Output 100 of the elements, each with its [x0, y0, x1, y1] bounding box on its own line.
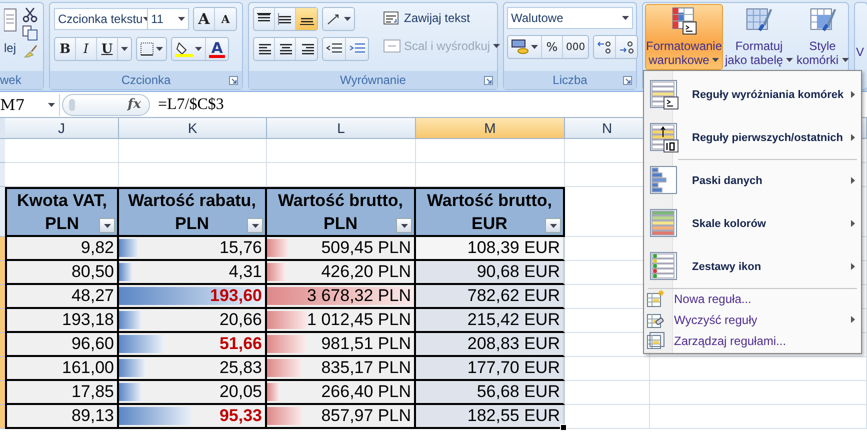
cell-value: 266,40 PLN	[321, 382, 411, 402]
caret-icon	[156, 47, 163, 51]
number-format-select[interactable]: Walutowe	[507, 7, 633, 29]
font-select[interactable]: Czcionka tekstu	[54, 8, 148, 30]
conditional-format-button[interactable]: Formatowanie warunkowe	[645, 4, 723, 70]
size-select[interactable]: 11	[147, 8, 189, 30]
filter-button[interactable]	[99, 218, 115, 233]
caret-icon	[400, 224, 408, 228]
menu-item[interactable]: Skale kolorów	[644, 202, 861, 245]
menu-item[interactable]: Nowa reguła...	[644, 288, 861, 309]
table-cell: 56,68 EUR	[416, 381, 565, 405]
heading-text: PLN	[175, 213, 209, 235]
table-cell: 208,83 EUR	[416, 333, 565, 357]
dialog-launcher-icon[interactable]	[623, 76, 632, 85]
caret-icon	[712, 58, 720, 62]
cell-value: 426,20 PLN	[321, 262, 411, 282]
group-label: Wyrównanie	[249, 71, 497, 89]
submenu-arrow-icon	[851, 177, 855, 184]
menu-item[interactable]: Zarządzaj regułami...	[644, 330, 861, 351]
table-cell: 89,13	[5, 405, 119, 429]
formula-input[interactable]: =L7/$C$3	[158, 96, 224, 114]
heading-text: Wartość brutto,	[278, 190, 403, 212]
table-cell: 80,50	[5, 261, 119, 285]
paste-button[interactable]: lej	[4, 41, 18, 55]
cell-value: 509,45 PLN	[321, 238, 411, 258]
shrink-font-button[interactable]: A	[215, 8, 236, 30]
cell-value: 857,97 PLN	[321, 406, 411, 426]
heading-text: PLN	[45, 213, 79, 235]
cell-value: 981,51 PLN	[321, 334, 411, 354]
caret-icon	[622, 16, 629, 20]
menu-item[interactable]: Zestawy ikon	[644, 245, 861, 288]
menu-item[interactable]: Paski danych	[644, 159, 861, 202]
data-bars-icon	[650, 166, 680, 196]
fill-handle[interactable]	[560, 424, 567, 431]
caret-icon	[531, 45, 538, 49]
vertical-align-button[interactable]	[254, 8, 275, 30]
italic-button[interactable]: I	[76, 38, 97, 60]
table-cell: 108,39 EUR	[416, 237, 565, 261]
name-box[interactable]: M7	[0, 94, 60, 116]
caret-icon	[178, 17, 185, 21]
bold-button[interactable]: B	[55, 38, 76, 60]
table-cell: 96,60	[5, 333, 119, 357]
cell-rules-icon	[650, 80, 680, 110]
submenu-arrow-icon	[851, 134, 855, 141]
grip-icon[interactable]	[69, 98, 75, 110]
fill-color-button[interactable]	[172, 38, 206, 60]
column-header[interactable]: J	[5, 118, 119, 139]
cell-value: 3 678,32 PLN	[307, 286, 411, 306]
cell-value: 25,83	[219, 358, 262, 378]
indent-icon	[349, 43, 365, 55]
brush-icon[interactable]	[22, 43, 38, 59]
decimal-arrow-icon	[597, 40, 612, 54]
heading-text: Wartość rabatu,	[128, 190, 256, 212]
menu-item[interactable]: Wyczyść reguły	[644, 309, 861, 330]
grow-font-button[interactable]: A	[194, 8, 215, 30]
caret-icon	[493, 44, 500, 48]
table-cell: 90,68 EUR	[416, 261, 565, 285]
coins-icon	[511, 39, 529, 55]
format-table-button[interactable]: Formatuj jako tabelę	[725, 4, 793, 70]
merge-cells-icon	[383, 39, 401, 53]
function-button[interactable]: fx	[128, 97, 141, 112]
cell-styles-button[interactable]: Style komórki	[795, 4, 850, 70]
cell-value: 51,66	[219, 334, 262, 354]
group-label: Czcionka	[50, 71, 242, 89]
table-cell: 17,85	[5, 381, 119, 405]
cell-value: 15,76	[219, 238, 262, 258]
icon-set-icon	[650, 252, 680, 282]
table-cell: 48,27	[5, 285, 119, 309]
filter-button[interactable]	[396, 218, 412, 233]
table-cell: 177,70 EUR	[416, 357, 565, 381]
scissors-icon[interactable]	[22, 7, 38, 23]
column-header[interactable]: K	[119, 118, 267, 139]
filter-button[interactable]	[545, 218, 561, 233]
menu-item[interactable]: Reguły wyróżniania komórek	[644, 73, 861, 116]
cell-value: 4,31	[228, 262, 262, 282]
outdent-icon	[326, 43, 342, 55]
paint-bucket-icon	[175, 41, 193, 57]
column-header[interactable]: M	[416, 118, 565, 139]
caret-icon	[786, 58, 794, 62]
cell-value: 95,33	[219, 406, 262, 426]
vertical-align-button[interactable]	[296, 8, 317, 30]
heading-text: Kwota VAT,	[16, 190, 108, 212]
new-rule-icon	[647, 290, 665, 308]
filter-button[interactable]	[247, 218, 263, 233]
wrap-text-button[interactable]: Zawijaj tekst	[381, 7, 502, 29]
cell-value: 20,66	[219, 310, 262, 330]
caret-icon	[121, 47, 128, 51]
thousands-button[interactable]: 000	[563, 36, 588, 58]
column-header[interactable]: L	[267, 118, 416, 139]
underline-button[interactable]: U	[97, 38, 118, 60]
caret-icon	[195, 47, 202, 51]
decimal-arrow-icon	[619, 40, 634, 54]
percent-button[interactable]: %	[542, 36, 563, 58]
dialog-launcher-icon[interactable]	[229, 76, 238, 85]
dialog-launcher-icon[interactable]	[484, 76, 493, 85]
table-cell: 9,82	[5, 237, 119, 261]
align-left-icon	[257, 43, 271, 55]
submenu-arrow-icon	[851, 91, 855, 98]
copy-icon[interactable]	[22, 25, 38, 41]
submenu-arrow-icon	[851, 316, 855, 323]
